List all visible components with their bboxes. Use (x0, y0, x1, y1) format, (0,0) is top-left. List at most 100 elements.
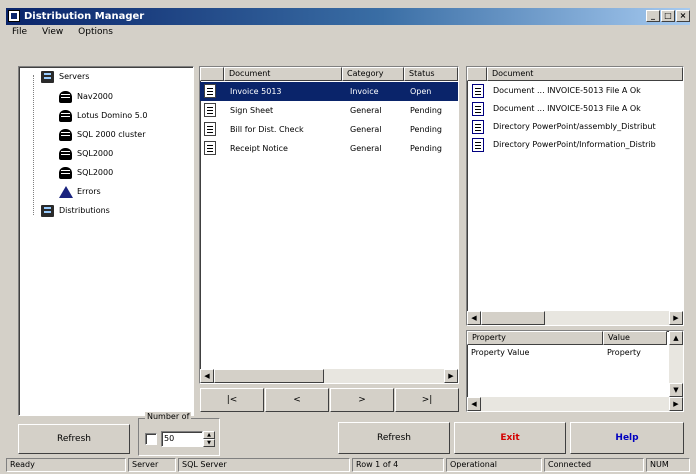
list-item-label: Directory PowerPoint/assembly_Distribut (493, 122, 656, 131)
status-state: Operational (446, 458, 542, 472)
tree-item-sql2000-b[interactable]: SQL2000 (59, 165, 113, 181)
scroll-right-icon[interactable]: ▶ (669, 311, 683, 325)
menu-bar: File View Options (6, 25, 690, 40)
tree-item-errors[interactable]: Errors (59, 184, 101, 200)
scroll-left-icon[interactable]: ◀ (467, 311, 481, 325)
database-icon (59, 148, 72, 160)
app-icon (8, 10, 20, 22)
close-button[interactable]: × (676, 10, 690, 22)
menu-options[interactable]: Options (78, 27, 113, 37)
table-row[interactable]: Sign Sheet General Pending (200, 101, 458, 120)
property-name: Property Value (471, 348, 530, 357)
horizontal-scrollbar[interactable]: ◀ ▶ (200, 369, 458, 383)
database-icon (59, 91, 72, 103)
vertical-scrollbar[interactable]: ▲ ▼ (669, 331, 683, 397)
scroll-right-icon[interactable]: ▶ (669, 397, 683, 411)
column-header-status[interactable]: Status (404, 67, 458, 81)
refresh-button[interactable]: Refresh (18, 424, 130, 454)
list-item[interactable]: Directory PowerPoint/Information_Distrib (467, 136, 683, 154)
scroll-right-icon[interactable]: ▶ (444, 369, 458, 383)
row-category: General (350, 106, 382, 115)
tree-item-sql2000-a[interactable]: SQL2000 (59, 146, 113, 162)
list-item[interactable]: Directory PowerPoint/assembly_Distribut (467, 118, 683, 136)
tree-item-nav2000[interactable]: Nav2000 (59, 89, 113, 105)
menu-file[interactable]: File (12, 27, 27, 37)
horizontal-scrollbar[interactable]: ◀ ▶ (467, 311, 683, 325)
row-category: Invoice (350, 87, 379, 96)
spin-down-icon[interactable]: ▼ (203, 439, 215, 447)
scroll-left-icon[interactable]: ◀ (200, 369, 214, 383)
server-tree[interactable]: Servers Nav2000 Lotus Domino 5.0 SQL 200… (18, 66, 194, 416)
tree-item-lotus-domino[interactable]: Lotus Domino 5.0 (59, 108, 147, 124)
maximize-button[interactable]: □ (661, 10, 675, 22)
list-item[interactable]: Document ... INVOICE-5013 File A Ok (467, 82, 683, 100)
row-category: General (350, 125, 382, 134)
table-row[interactable]: Property Value Property (467, 346, 683, 360)
tree-item-sql-cluster[interactable]: SQL 2000 cluster (59, 127, 145, 143)
scroll-thumb[interactable] (481, 311, 545, 325)
row-name: Invoice 5013 (230, 87, 282, 96)
tree-item-distributions[interactable]: Distributions (41, 203, 110, 219)
document-icon (204, 141, 216, 155)
exit-button[interactable]: Exit (454, 422, 566, 454)
property-list[interactable]: Property Value Property Value Property ▲… (466, 330, 684, 412)
count-input[interactable]: 50 (161, 431, 203, 447)
database-icon (59, 129, 72, 141)
scroll-left-icon[interactable]: ◀ (467, 397, 481, 411)
next-page-button[interactable]: > (330, 388, 394, 412)
file-icon (472, 102, 484, 116)
minimize-button[interactable]: _ (646, 10, 660, 22)
file-icon (472, 138, 484, 152)
column-header-document[interactable]: Document (224, 67, 342, 81)
table-row[interactable]: Receipt Notice General Pending (200, 139, 458, 158)
first-page-button[interactable]: |< (200, 388, 264, 412)
scroll-up-icon[interactable]: ▲ (669, 331, 683, 345)
row-status: Pending (410, 144, 442, 153)
warning-icon (59, 186, 73, 198)
list-item[interactable]: Document ... INVOICE-5013 File A Ok (467, 100, 683, 118)
enable-checkbox[interactable] (145, 433, 157, 445)
status-connection: Connected (544, 458, 644, 472)
status-numlock: NUM (646, 458, 690, 472)
document-icon (204, 84, 216, 98)
column-header-icon[interactable] (200, 67, 224, 81)
column-header-icon[interactable] (467, 67, 487, 81)
column-header-document[interactable]: Document (487, 67, 683, 81)
table-row[interactable]: Bill for Dist. Check General Pending (200, 120, 458, 139)
file-icon (472, 120, 484, 134)
distribution-list[interactable]: Document Document ... INVOICE-5013 File … (466, 66, 684, 326)
column-header-value[interactable]: Value (603, 331, 667, 345)
spin-up-icon[interactable]: ▲ (203, 431, 215, 439)
row-status: Open (410, 87, 432, 96)
row-name: Bill for Dist. Check (230, 125, 304, 134)
window-title: Distribution Manager (24, 11, 145, 22)
group-label: Number of (145, 412, 192, 421)
document-icon (204, 122, 216, 136)
column-header-category[interactable]: Category (342, 67, 404, 81)
status-ready: Ready (6, 458, 126, 472)
tree-item-servers[interactable]: Servers (41, 69, 89, 85)
document-icon (204, 103, 216, 117)
row-status: Pending (410, 125, 442, 134)
column-header-property[interactable]: Property (467, 331, 603, 345)
title-bar: Distribution Manager _ □ × (6, 8, 690, 25)
database-icon (59, 167, 72, 179)
scroll-down-icon[interactable]: ▼ (669, 383, 683, 397)
database-icon (59, 110, 72, 122)
number-groupbox: Number of 50 ▲ ▼ (138, 412, 220, 456)
horizontal-scrollbar[interactable]: ◀ ▶ (467, 397, 683, 411)
tree-line (33, 75, 34, 215)
previous-page-button[interactable]: < (265, 388, 329, 412)
document-list[interactable]: Document Category Status Invoice 5013 In… (199, 66, 459, 384)
row-name: Receipt Notice (230, 144, 288, 153)
refresh-list-button[interactable]: Refresh (338, 422, 450, 454)
menu-view[interactable]: View (42, 27, 63, 37)
tree-item-label: Lotus Domino 5.0 (77, 111, 148, 120)
file-icon (472, 84, 484, 98)
last-page-button[interactable]: >| (395, 388, 459, 412)
status-row: Row 1 of 4 (352, 458, 444, 472)
scroll-thumb[interactable] (214, 369, 324, 383)
help-button[interactable]: Help (570, 422, 684, 454)
table-row[interactable]: Invoice 5013 Invoice Open (200, 82, 458, 101)
status-server-type: SQL Server (178, 458, 350, 472)
